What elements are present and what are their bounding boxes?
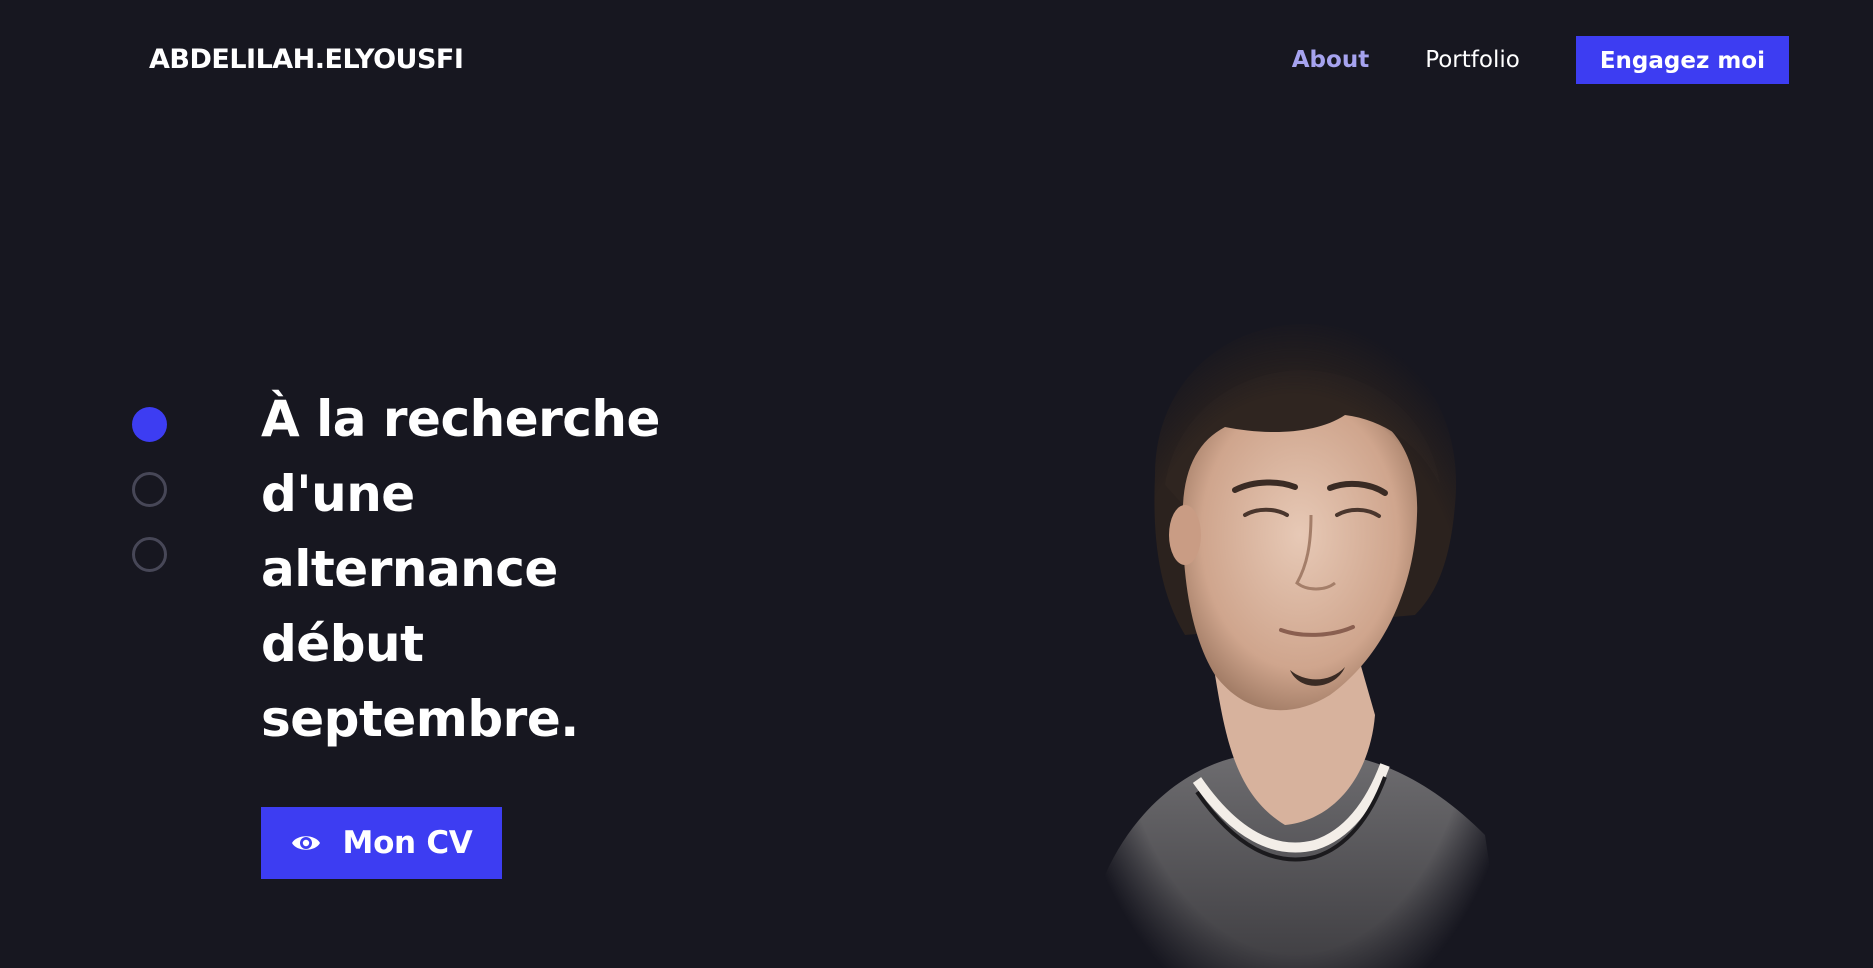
- slide-dot-1[interactable]: [132, 407, 167, 442]
- slide-indicators: [132, 407, 167, 602]
- hero-headline: À la recherche d'une alternance début se…: [261, 390, 660, 748]
- nav-link-about[interactable]: About: [1292, 47, 1369, 73]
- main-nav: About Portfolio Engagez moi: [1292, 36, 1789, 84]
- cv-button-label: Mon CV: [342, 825, 473, 861]
- slide-dot-2[interactable]: [132, 472, 167, 507]
- nav-link-portfolio[interactable]: Portfolio: [1425, 47, 1520, 73]
- profile-photo: [1085, 315, 1505, 968]
- hire-me-button[interactable]: Engagez moi: [1575, 36, 1789, 84]
- page: ABDELILAH.ELYOUSFI About Portfolio Engag…: [0, 0, 1873, 968]
- eye-icon: [291, 832, 321, 854]
- slide-dot-3[interactable]: [132, 537, 167, 572]
- cv-button[interactable]: Mon CV: [261, 807, 502, 879]
- site-logo[interactable]: ABDELILAH.ELYOUSFI: [149, 44, 464, 75]
